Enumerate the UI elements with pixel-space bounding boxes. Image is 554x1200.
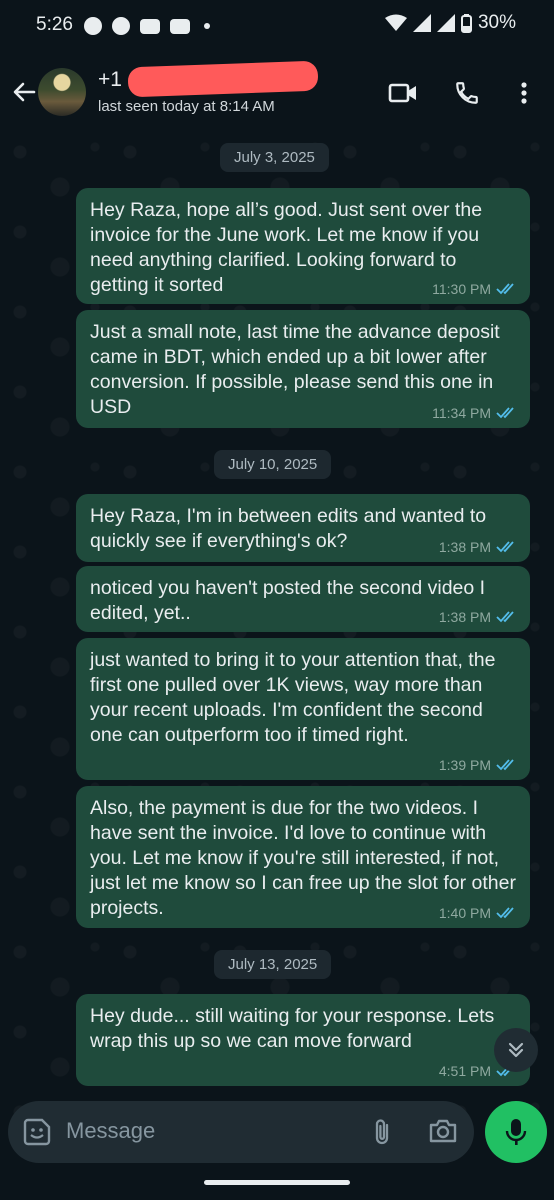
status-time: 5:26: [36, 14, 73, 35]
outgoing-message[interactable]: Hey dude... still waiting for your respo…: [76, 994, 530, 1086]
message-time: 11:30 PM: [432, 281, 491, 297]
discord-icon: [140, 18, 160, 34]
video-camera-icon: [388, 83, 416, 103]
message-text: Hey dude... still waiting for your respo…: [90, 1005, 495, 1052]
notification-icons: [84, 17, 210, 35]
date-separator: July 13, 2025: [214, 950, 332, 979]
message-meta: 1:38 PM: [439, 539, 518, 555]
read-receipt-icon: [496, 541, 514, 553]
chat-icon: [112, 17, 130, 35]
message-meta: 1:39 PM: [439, 757, 518, 773]
message-text: just wanted to bring it to your attentio…: [90, 649, 496, 746]
outgoing-message[interactable]: Hey Raza, hope all’s good. Just sent ove…: [76, 188, 530, 304]
double-chevron-down-icon: [508, 1042, 524, 1058]
message-time: 4:51 PM: [438, 1063, 491, 1079]
status-bar: 5:26 30%: [0, 0, 554, 54]
voice-message-button[interactable]: [485, 1101, 547, 1163]
kebab-menu-icon: [521, 82, 527, 104]
redaction-mark: [127, 60, 319, 98]
outgoing-message[interactable]: Just a small note, last time the advance…: [76, 310, 530, 428]
message-time: 1:38 PM: [438, 539, 491, 555]
voice-call-button[interactable]: [450, 76, 484, 110]
system-nav-bar: [0, 1170, 554, 1200]
date-separator: July 3, 2025: [220, 143, 329, 172]
camera-icon[interactable]: [428, 1118, 458, 1144]
read-receipt-icon: [496, 611, 514, 623]
signal-icon: [436, 14, 455, 32]
contact-avatar[interactable]: [38, 68, 86, 116]
message-meta: 1:40 PM: [439, 905, 518, 921]
message-time: 1:40 PM: [438, 905, 491, 921]
battery-percent: 30%: [477, 12, 516, 33]
wifi-icon: [384, 14, 407, 31]
signal-icon: [412, 14, 431, 32]
message-time: 1:38 PM: [438, 609, 491, 625]
read-receipt-icon: [496, 283, 514, 295]
scroll-to-bottom-button[interactable]: [494, 1028, 538, 1072]
message-meta: 11:30 PM: [432, 281, 518, 297]
message-meta: 1:38 PM: [439, 609, 518, 625]
phone-icon: [456, 82, 478, 104]
sticker-emoji-icon[interactable]: [22, 1117, 52, 1147]
messenger-icon: [84, 17, 102, 35]
read-receipt-icon: [496, 407, 514, 419]
date-separator: July 10, 2025: [214, 450, 332, 479]
message-time: 11:34 PM: [432, 405, 491, 421]
more-notifications-dot: [204, 23, 210, 29]
back-arrow-icon[interactable]: [10, 78, 38, 106]
message-composer[interactable]: Message: [8, 1101, 474, 1163]
paperclip-icon[interactable]: [370, 1117, 394, 1147]
message-time: 1:39 PM: [438, 757, 491, 773]
discord-icon: [170, 18, 190, 34]
message-input[interactable]: Message: [66, 1118, 155, 1144]
outgoing-message[interactable]: Hey Raza, I'm in between edits and wante…: [76, 494, 530, 562]
outgoing-message[interactable]: just wanted to bring it to your attentio…: [76, 638, 530, 780]
read-receipt-icon: [496, 907, 514, 919]
battery-icon: [460, 13, 472, 33]
home-gesture-handle[interactable]: [204, 1180, 350, 1185]
more-options-button[interactable]: [507, 76, 541, 110]
last-seen-status: last seen today at 8:14 AM: [98, 98, 275, 115]
microphone-icon: [505, 1119, 527, 1145]
message-text: Also, the payment is due for the two vid…: [90, 797, 516, 919]
message-meta: 11:34 PM: [432, 405, 518, 421]
video-call-button[interactable]: [386, 76, 420, 110]
outgoing-message[interactable]: noticed you haven't posted the second vi…: [76, 566, 530, 632]
read-receipt-icon: [496, 759, 514, 771]
chat-header: +1 (5 last seen today at 8:14 AM: [0, 54, 554, 132]
outgoing-message[interactable]: Also, the payment is due for the two vid…: [76, 786, 530, 928]
